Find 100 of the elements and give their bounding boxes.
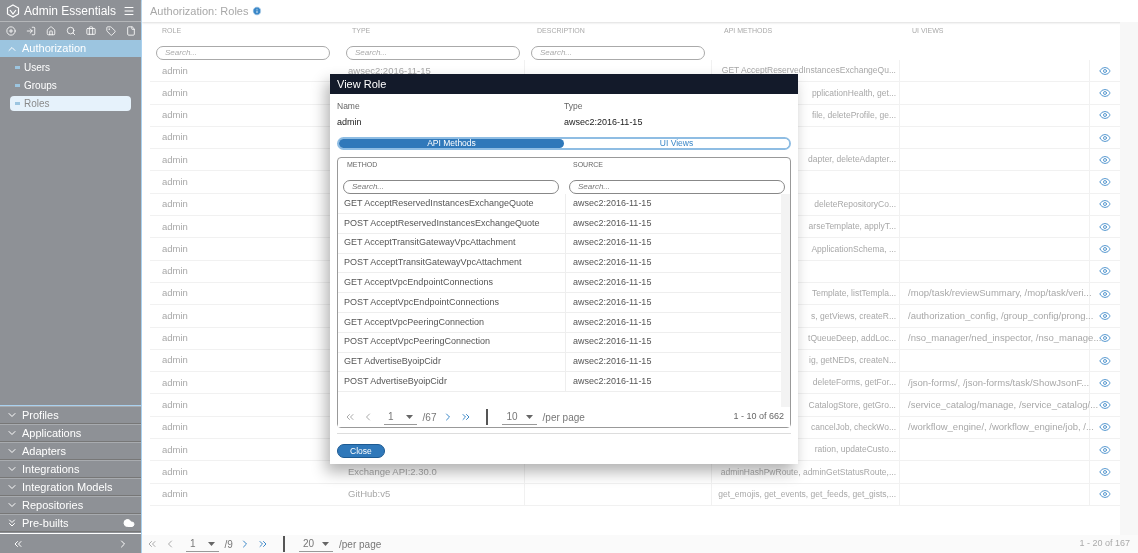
tag-icon[interactable]	[105, 26, 116, 36]
page-count: /67	[422, 410, 437, 425]
table-cell: awsec2:2016-11-15	[573, 217, 652, 228]
table-cell: arseTemplate, applyT...	[808, 220, 896, 234]
view-icon[interactable]	[1099, 488, 1111, 501]
list-icon	[15, 84, 20, 87]
caret-icon	[525, 414, 533, 419]
table-cell: pplicationHealth, get...	[811, 86, 896, 100]
table-cell: /nso_manager/ned_inspector, /nso_manage...	[908, 331, 1102, 346]
caret-icon	[207, 541, 215, 546]
app-title: Admin Essentials	[24, 2, 118, 20]
cloud-icon	[123, 517, 135, 529]
view-icon[interactable]	[1099, 109, 1111, 122]
file-icon[interactable]	[125, 26, 136, 36]
view-icon[interactable]	[1099, 64, 1111, 77]
view-icon[interactable]	[1099, 376, 1111, 389]
sidebar-item[interactable]: Users	[10, 60, 131, 75]
view-icon[interactable]	[1099, 466, 1111, 478]
page-count: /9	[224, 537, 233, 552]
sidebar-section-header[interactable]: Pre-builts	[0, 514, 141, 531]
sidebar-section-header[interactable]: Integrations	[0, 460, 141, 477]
table-cell: awsec2:2016-11-15	[573, 376, 652, 387]
sidebar-section-header[interactable]: Integration Models	[0, 478, 141, 495]
table-cell: admin	[162, 398, 188, 410]
login-icon[interactable]	[25, 26, 36, 36]
view-icon[interactable]	[1099, 131, 1111, 144]
view-icon[interactable]	[1099, 421, 1111, 434]
tab[interactable]: API Methods	[339, 139, 564, 149]
sidebar-section-header[interactable]: Profiles	[0, 406, 141, 423]
table-cell: admin	[162, 465, 188, 477]
table-cell: awsec2:2016-11-15	[348, 63, 431, 78]
view-icon[interactable]	[1099, 220, 1111, 233]
table-cell: awsec2:2016-11-15	[573, 277, 652, 288]
per-page-select[interactable]: 10	[502, 409, 537, 425]
table-cell: awsec2:2016-11-15	[573, 237, 652, 248]
table-cell-text: /authorization_config, /group_config/prong...	[908, 308, 1094, 323]
search-field[interactable]: Search...	[156, 45, 330, 60]
search-icon[interactable]	[65, 26, 76, 36]
table-cell: admin	[162, 488, 188, 500]
page-title: Authorization: Roles	[150, 3, 249, 19]
field-label: Type	[564, 100, 584, 113]
briefcase-icon[interactable]	[85, 26, 96, 36]
table-cell: awsec2:2016-11-15	[573, 316, 652, 327]
view-icon[interactable]	[1099, 153, 1111, 166]
sidebar-section-header[interactable]: Applications	[0, 424, 141, 441]
caret-icon	[405, 414, 413, 419]
page-range: 1 - 20 of 167	[1079, 537, 1131, 551]
table-cell: admin	[162, 153, 188, 165]
table-cell: tQueueDeep, addLoc...	[808, 331, 896, 345]
info-icon[interactable]	[252, 6, 263, 16]
sidebar-section-header[interactable]: Adapters	[0, 442, 141, 459]
last-page-icon[interactable]	[256, 538, 269, 550]
list-icon	[15, 66, 20, 69]
view-icon[interactable]	[1099, 198, 1111, 211]
table-cell-text: Exchange API:2.30.0	[348, 464, 437, 479]
view-icon[interactable]	[1099, 443, 1111, 456]
sidebar-item[interactable]: Groups	[10, 78, 131, 93]
table-cell: /workflow_engine/, /workflow_engine/job, /...	[908, 420, 1094, 435]
view-icon[interactable]	[1099, 309, 1111, 322]
table-cell: CatalogStore, getGro...	[808, 398, 896, 412]
table-cell: file, deleteProfile, ge...	[811, 108, 896, 122]
sidebar-item-label: Groups	[24, 79, 57, 93]
search-field[interactable]: Search...	[531, 45, 705, 60]
table-cell: deleteForms, getFor...	[812, 376, 896, 390]
per-page-select[interactable]: 20	[298, 536, 334, 552]
field-label: Name	[337, 100, 361, 113]
table-cell: admin	[162, 376, 188, 388]
chevron-icon	[6, 517, 18, 529]
table-cell: admin	[162, 421, 188, 433]
sidebar-section-header[interactable]: Repositories	[0, 496, 141, 513]
table-cell: awsec2:2016-11-15	[573, 336, 652, 347]
view-icon[interactable]	[1099, 265, 1111, 278]
search-field[interactable]: Search...	[569, 179, 785, 194]
view-icon[interactable]	[1099, 332, 1111, 345]
home-icon[interactable]	[45, 26, 56, 36]
table-cell: admin	[162, 309, 188, 321]
table-cell: admin	[162, 287, 188, 299]
table-cell: awsec2:2016-11-15	[573, 257, 652, 268]
page-select[interactable]: 1	[186, 536, 219, 552]
table-cell: admin	[162, 176, 188, 187]
menu-icon[interactable]	[123, 4, 135, 17]
per-page-label: /per page	[339, 537, 382, 552]
view-icon[interactable]	[1099, 287, 1111, 300]
page-select[interactable]: 1	[384, 409, 417, 425]
sidebar-item[interactable]: Roles	[10, 96, 131, 111]
table-cell: GET AcceptTransitGatewayVpcAttachment	[344, 236, 516, 250]
per-page-label: /per page	[542, 410, 585, 425]
add-icon[interactable]	[5, 26, 16, 36]
search-field[interactable]: Search...	[346, 45, 520, 60]
search-field[interactable]: Search...	[343, 179, 559, 194]
view-icon[interactable]	[1099, 243, 1111, 255]
view-icon[interactable]	[1099, 399, 1111, 412]
view-icon[interactable]	[1099, 86, 1111, 99]
table-cell: /json-forms/, /json-forms/task/ShowJsonF...	[908, 375, 1090, 390]
table-cell: admin	[162, 109, 188, 121]
scrollbar-track[interactable]	[781, 194, 790, 407]
view-icon[interactable]	[1099, 176, 1111, 189]
close-button[interactable]: Close	[337, 444, 385, 458]
sidebar-section-header[interactable]: Authorization	[0, 40, 141, 57]
view-icon[interactable]	[1099, 354, 1111, 367]
